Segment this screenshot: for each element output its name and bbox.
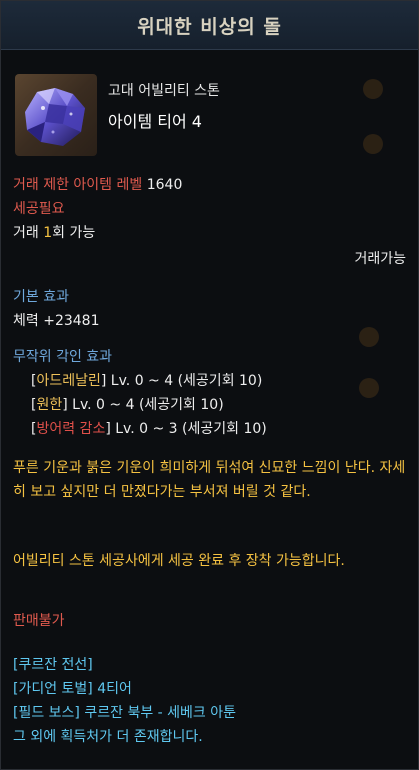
engrave-effects: 무작위 각인 효과 [아드레날린] Lv. 0 ~ 4 (세공기회 10) [원…	[13, 345, 406, 441]
item-kind: 고대 어빌리티 스톤	[108, 83, 220, 99]
trade-level-row: 거래 제한 아이템 레벨 1640	[13, 173, 406, 197]
sources-more: 그 외에 획득처가 더 존재합니다.	[13, 729, 203, 745]
item-meta: 고대 어빌리티 스톤 아이템 티어 4	[108, 80, 220, 132]
acquisition-sources: [쿠르잔 전선] [가디언 토벌] 4티어 [필드 보스] 쿠르잔 북부 - 세…	[13, 653, 406, 749]
item-tooltip: 위대한 비상의 돌 고대 어빌리티 스톤 아이템 티어 4 거래 제한 아이템 …	[0, 0, 419, 770]
trade-info: 거래 제한 아이템 레벨 1640 세공필요 거래 1회 가능 거래가능	[13, 173, 406, 271]
item-title: 위대한 비상의 돌	[137, 15, 282, 38]
amethyst-crystal-icon	[15, 74, 97, 156]
engrave-range: Lv. 0 ~ 4 (세공기회 10)	[106, 373, 263, 389]
engrave-line: [아드레날린] Lv. 0 ~ 4 (세공기회 10)	[31, 373, 263, 389]
trade-count-suffix: 회 가능	[52, 225, 96, 241]
engrave-line: [방어력 감소] Lv. 0 ~ 3 (세공기회 10)	[31, 421, 267, 437]
engrave-name: 아드레날린	[36, 373, 101, 389]
base-effect: 기본 효과 체력 +23481	[13, 285, 406, 333]
base-effect-heading: 기본 효과	[13, 289, 69, 305]
engrave-name-negative: 방어력 감소	[36, 421, 106, 437]
source-item: [가디언 토벌] 4티어	[13, 681, 132, 697]
engrave-range: Lv. 0 ~ 4 (세공기회 10)	[67, 397, 224, 413]
sell-status: 판매불가	[13, 613, 65, 629]
engrave-line: [원한] Lv. 0 ~ 4 (세공기회 10)	[31, 397, 224, 413]
trade-count-prefix: 거래	[13, 225, 39, 241]
trade-level-value: 1640	[146, 177, 183, 193]
item-header: 고대 어빌리티 스톤 아이템 티어 4	[1, 50, 418, 156]
source-item: [필드 보스] 쿠르잔 북부 - 세베크 아툰	[13, 705, 237, 721]
source-bracket: [가디언 토벌]	[13, 681, 93, 697]
engrave-heading: 무작위 각인 효과	[13, 349, 113, 365]
base-effect-stat: 체력 +23481	[13, 313, 100, 329]
tradable-label: 거래가능	[354, 251, 406, 267]
engrave-range: Lv. 0 ~ 3 (세공기회 10)	[110, 421, 267, 437]
source-bracket: [쿠르잔 전선]	[13, 657, 93, 673]
item-usage: 어빌리티 스톤 세공사에게 세공 완료 후 장착 가능합니다.	[13, 553, 345, 569]
trade-level-label: 거래 제한 아이템 레벨	[13, 177, 143, 193]
trade-count-row: 거래 1회 가능	[13, 221, 406, 245]
engrave-name: 원한	[36, 397, 63, 413]
source-item: [쿠르잔 전선]	[13, 653, 406, 677]
source-bracket: [필드 보스]	[13, 705, 80, 721]
tooltip-title-bar: 위대한 비상의 돌	[1, 1, 418, 50]
need-cut-label: 세공필요	[13, 201, 65, 217]
trade-count-value: 1	[43, 225, 53, 241]
item-description: 푸른 기운과 붉은 기운이 희미하게 뒤섞여 신묘한 느낌이 난다. 자세히 보…	[13, 460, 406, 500]
item-tier: 아이템 티어 4	[108, 112, 202, 131]
